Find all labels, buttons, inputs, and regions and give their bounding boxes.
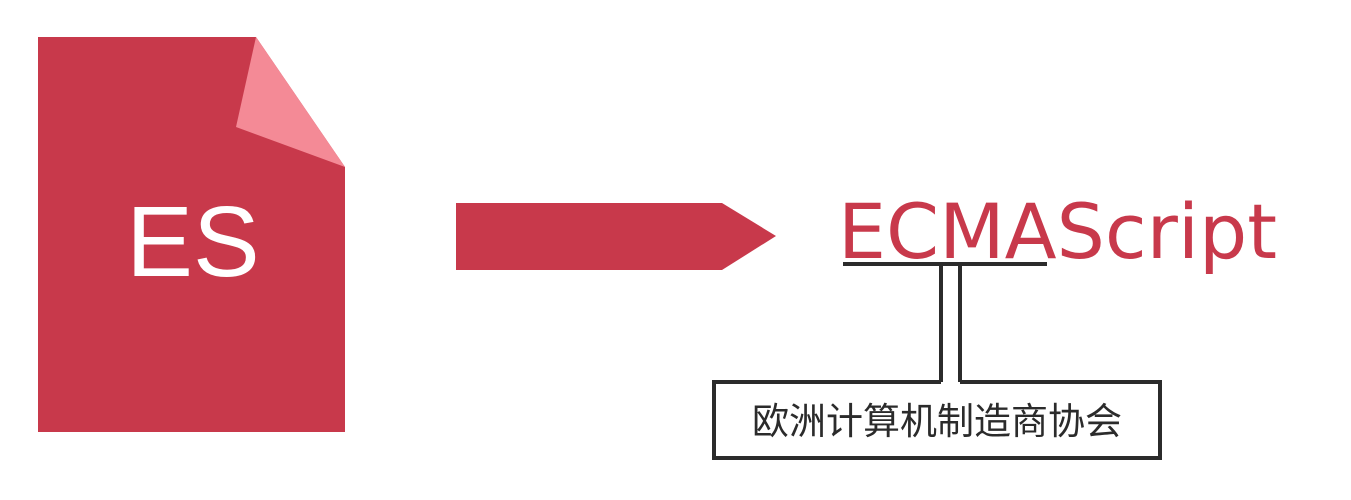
annotation-box: 欧洲计算机制造商协会 (712, 380, 1162, 460)
arrow-right (456, 203, 776, 270)
diagram-stage: ES ECMAScript 欧洲计算机制造商协会 (0, 0, 1351, 500)
ecma-underline-bracket (843, 262, 1047, 382)
annotation-text: 欧洲计算机制造商协会 (752, 400, 1122, 443)
file-label: ES (126, 186, 259, 298)
diagram-canvas: ES ECMAScript 欧洲计算机制造商协会 (38, 37, 1277, 460)
es-file-icon: ES (38, 37, 345, 432)
